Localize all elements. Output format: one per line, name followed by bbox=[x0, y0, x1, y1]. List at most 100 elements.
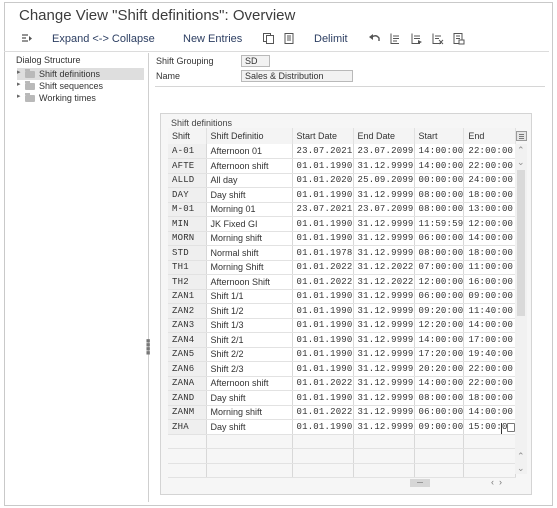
cell-start-time[interactable]: 06:00:00 bbox=[414, 405, 465, 420]
table-row[interactable]: ZAN1 Shift 1/1 01.01.1990 31.12.9999 06:00:0… bbox=[168, 289, 517, 304]
save-entries-icon[interactable] bbox=[283, 32, 296, 45]
cell-end-date[interactable]: 25.09.2099 bbox=[353, 173, 415, 188]
print-icon[interactable] bbox=[452, 32, 465, 45]
table-row[interactable]: AFTE Afternoon shift 01.01.1990 31.12.9999 1… bbox=[168, 158, 517, 174]
cell-end-date[interactable]: 23.07.2099 bbox=[353, 144, 415, 159]
select-all-icon[interactable] bbox=[389, 32, 402, 45]
empty-cell[interactable] bbox=[463, 448, 517, 464]
expand-collapse-button[interactable]: Expand <-> Collapse bbox=[52, 30, 155, 48]
table-row[interactable]: ZAND Day shift 01.01.1990 31.12.9999 08:00:0… bbox=[168, 390, 517, 406]
column-header-shift-definition[interactable]: Shift Definitio bbox=[206, 128, 293, 144]
table-row[interactable]: MIN JK Fixed GI 01.01.1990 31.12.9999 11:59:… bbox=[168, 216, 517, 232]
table-row[interactable]: ZAN5 Shift 2/2 01.01.1990 31.12.9999 17:20:0… bbox=[168, 347, 517, 362]
cell-end-time[interactable]: 22:00:00 bbox=[463, 376, 517, 391]
cell-shift-definition[interactable]: Shift 2/3 bbox=[206, 361, 293, 377]
cell-shift-definition[interactable]: Normal shift bbox=[206, 245, 293, 261]
empty-cell[interactable] bbox=[414, 434, 465, 449]
cell-start-date[interactable]: 01.01.1990 bbox=[292, 231, 354, 246]
cell-start-date[interactable]: 01.01.1990 bbox=[292, 332, 354, 348]
cell-end-time[interactable]: 18:00:00 bbox=[463, 187, 517, 203]
vertical-scroll-thumb[interactable] bbox=[517, 170, 525, 316]
cell-shift-definition[interactable]: Morning shift bbox=[206, 231, 293, 246]
table-settings-icon[interactable] bbox=[516, 131, 527, 141]
cell-end-date[interactable]: 31.12.9999 bbox=[353, 347, 415, 362]
cell-shift-definition[interactable]: Morning Shift bbox=[206, 260, 293, 275]
cell-shift-definition[interactable]: JK Fixed GI bbox=[206, 216, 293, 232]
empty-cell[interactable] bbox=[463, 463, 517, 478]
empty-cell[interactable] bbox=[463, 434, 517, 449]
cell-end-time[interactable]: 14:00:00 bbox=[463, 231, 517, 246]
column-header-end[interactable]: End bbox=[463, 128, 517, 144]
cell-shift-definition[interactable]: Shift 2/1 bbox=[206, 332, 293, 348]
cell-end-date[interactable]: 31.12.9999 bbox=[353, 405, 415, 420]
table-row[interactable]: M-01 Morning 01 23.07.2021 23.07.2099 08:00:… bbox=[168, 202, 517, 217]
cell-start-time[interactable]: 20:20:00 bbox=[414, 361, 465, 377]
delimit-button[interactable]: Delimit bbox=[314, 30, 348, 48]
table-row[interactable]: TH2 Afternoon Shift 01.01.2022 31.12.2022 12… bbox=[168, 274, 517, 290]
cell-start-date[interactable]: 01.01.1990 bbox=[292, 216, 354, 232]
table-row[interactable]: ZAN3 Shift 1/3 01.01.1990 31.12.9999 12:20:0… bbox=[168, 318, 517, 333]
horizontal-scroll-thumb[interactable] bbox=[410, 479, 430, 487]
cell-end-date[interactable]: 31.12.9999 bbox=[353, 376, 415, 391]
horizontal-scroll-arrows-icon[interactable]: ‹ › bbox=[491, 477, 502, 487]
table-row[interactable]: ZAN2 Shift 1/2 01.01.1990 31.12.9999 09:20:0… bbox=[168, 303, 517, 319]
cell-end-date[interactable]: 31.12.9999 bbox=[353, 289, 415, 304]
cell-end-time[interactable]: 16:00:00 bbox=[463, 274, 517, 290]
cell-start-date[interactable]: 01.01.1990 bbox=[292, 318, 354, 333]
cell-shift-definition[interactable]: Day shift bbox=[206, 187, 293, 203]
table-row[interactable]: ZANM Morning shift 01.01.2022 31.12.9999 06:… bbox=[168, 405, 517, 420]
cell-end-date[interactable]: 31.12.9999 bbox=[353, 318, 415, 333]
cell-start-time[interactable]: 14:00:00 bbox=[414, 144, 465, 159]
undo-icon[interactable] bbox=[368, 32, 381, 45]
cell-start-date[interactable]: 01.01.2022 bbox=[292, 274, 354, 290]
cell-end-time[interactable]: 13:00:00 bbox=[463, 202, 517, 217]
cell-end-time[interactable]: 11:00:00 bbox=[463, 260, 517, 275]
cell-end-time[interactable]: 22:00:00 bbox=[463, 144, 517, 159]
cell-end-date[interactable]: 31.12.2022 bbox=[353, 260, 415, 275]
cell-end-time[interactable]: 18:00:00 bbox=[463, 390, 517, 406]
empty-table-row[interactable] bbox=[168, 434, 517, 449]
cell-start-time[interactable]: 14:00:00 bbox=[414, 376, 465, 391]
new-entries-button[interactable]: New Entries bbox=[183, 30, 242, 48]
cell-end-time[interactable]: 17:00:00 bbox=[463, 332, 517, 348]
cell-start-time[interactable]: 07:00:00 bbox=[414, 260, 465, 275]
cell-start-date[interactable]: 01.01.1978 bbox=[292, 245, 354, 261]
cell-start-date[interactable]: 01.01.1990 bbox=[292, 158, 354, 174]
cell-end-date[interactable]: 31.12.9999 bbox=[353, 361, 415, 377]
deselect-icon[interactable] bbox=[431, 32, 444, 45]
cell-end-date[interactable]: 31.12.9999 bbox=[353, 231, 415, 246]
cell-end-time[interactable]: 14:00:00 bbox=[463, 318, 517, 333]
empty-cell[interactable] bbox=[353, 448, 415, 464]
cell-end-time[interactable]: 22:00:00 bbox=[463, 158, 517, 174]
cell-start-time[interactable]: 08:00:00 bbox=[414, 187, 465, 203]
cell-start-date[interactable]: 01.01.2020 bbox=[292, 173, 354, 188]
scroll-up-icon[interactable]: ⌃ bbox=[517, 145, 525, 156]
empty-cell[interactable] bbox=[168, 463, 207, 478]
empty-cell[interactable] bbox=[168, 434, 207, 449]
cell-start-time[interactable]: 12:00:00 bbox=[414, 274, 465, 290]
cell-start-time[interactable]: 00:00:00 bbox=[414, 173, 465, 188]
table-row[interactable]: ALLD All day 01.01.2020 25.09.2099 00:00:00 2… bbox=[168, 173, 517, 188]
column-header-shift[interactable]: Shift bbox=[168, 128, 207, 144]
cell-shift-definition[interactable]: Morning shift bbox=[206, 405, 293, 420]
cell-end-date[interactable]: 23.07.2099 bbox=[353, 202, 415, 217]
cell-start-time[interactable]: 11:59:59 bbox=[414, 216, 465, 232]
cell-end-time[interactable]: 24:00:00 bbox=[463, 173, 517, 188]
column-header-end-date[interactable]: End Date bbox=[353, 128, 415, 144]
cell-end-date[interactable]: 31.12.9999 bbox=[353, 245, 415, 261]
value-help-icon[interactable] bbox=[507, 423, 515, 432]
cell-end-time[interactable]: 12:00:00 bbox=[463, 216, 517, 232]
cell-end-time[interactable]: 18:00:00 bbox=[463, 245, 517, 261]
cell-start-time[interactable]: 08:00:00 bbox=[414, 202, 465, 217]
cell-end-date[interactable]: 31.12.9999 bbox=[353, 332, 415, 348]
table-row[interactable]: DAY Day shift 01.01.1990 31.12.9999 08:00:00… bbox=[168, 187, 517, 203]
cell-end-date[interactable]: 31.12.9999 bbox=[353, 419, 415, 435]
cell-start-date[interactable]: 01.01.2022 bbox=[292, 405, 354, 420]
cell-end-date[interactable]: 31.12.9999 bbox=[353, 390, 415, 406]
cell-end-time[interactable]: 09:00:00 bbox=[463, 289, 517, 304]
cell-shift-definition[interactable]: All day bbox=[206, 173, 293, 188]
cell-start-time[interactable]: 09:00:00 bbox=[414, 419, 465, 435]
cell-shift-definition[interactable]: Day shift bbox=[206, 390, 293, 406]
cell-start-time[interactable]: 14:00:00 bbox=[414, 332, 465, 348]
cell-shift-definition[interactable]: Shift 2/2 bbox=[206, 347, 293, 362]
